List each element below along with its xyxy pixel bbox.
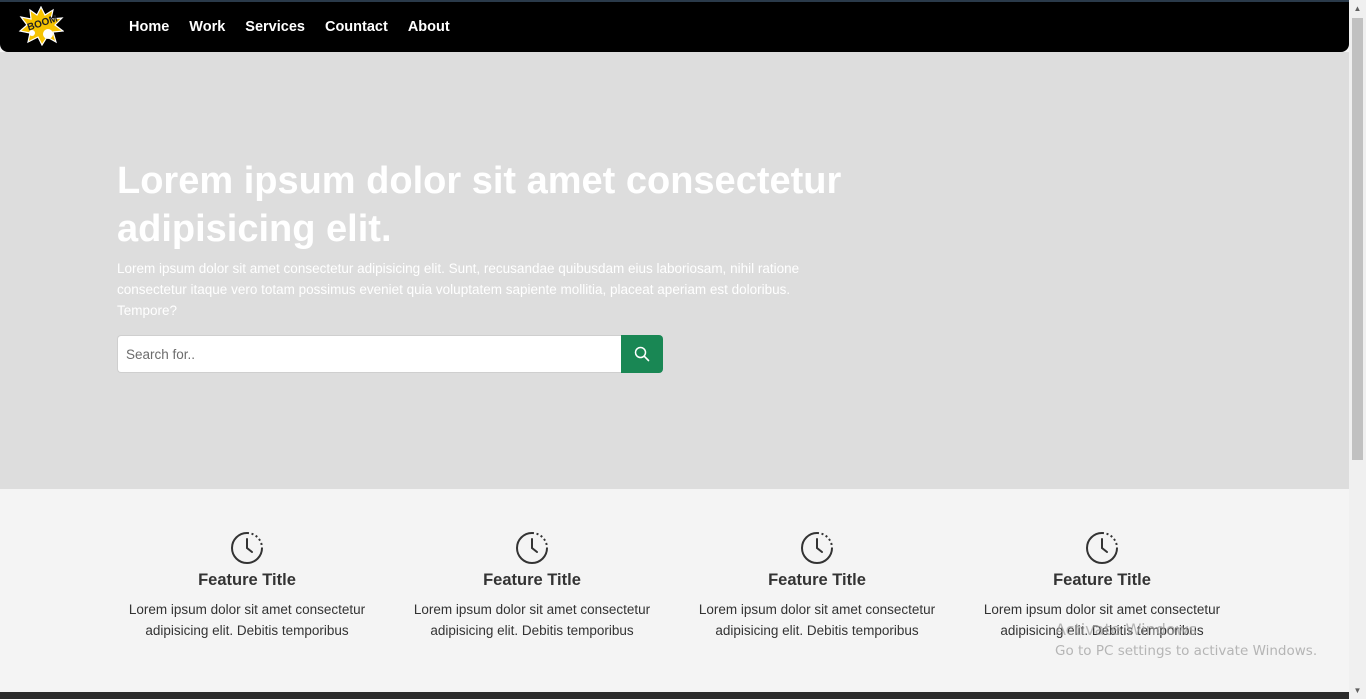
feature-title: Feature Title: [198, 571, 296, 589]
feature-title: Feature Title: [768, 571, 866, 589]
nav-link-work[interactable]: Work: [189, 19, 225, 35]
watermark-subtitle: Go to PC settings to activate Windows.: [1055, 643, 1318, 659]
hero-title: Lorem ipsum dolor sit amet consectetur a…: [117, 160, 842, 250]
features-section: Feature Title Lorem ipsum dolor sit amet…: [0, 489, 1349, 692]
feature-title: Feature Title: [483, 571, 581, 589]
feature-text: Lorem ipsum dolor sit amet consectetur a…: [413, 602, 651, 638]
feature-text: Lorem ipsum dolor sit amet consectetur a…: [698, 602, 936, 638]
feature-text: Lorem ipsum dolor sit amet consectetur a…: [128, 602, 366, 638]
search-button[interactable]: [621, 335, 663, 373]
scrollbar-thumb[interactable]: [1352, 18, 1363, 460]
navbar: BOOM Home Work Services Countact About: [0, 2, 1349, 52]
nav-link-about[interactable]: About: [408, 19, 450, 35]
clock-icon: [801, 532, 833, 564]
hero-text: Lorem ipsum dolor sit amet consectetur a…: [117, 261, 800, 318]
search-box: [117, 335, 663, 373]
nav-link-home[interactable]: Home: [129, 19, 169, 35]
activate-windows-watermark: Activate Windows Go to PC settings to ac…: [1055, 620, 1317, 659]
search-input[interactable]: [117, 335, 621, 373]
scroll-down-arrow-icon[interactable]: ▼: [1349, 686, 1366, 695]
feature-card: Feature Title Lorem ipsum dolor sit amet…: [682, 531, 952, 641]
clock-icon: [231, 532, 263, 564]
nav-link-countact[interactable]: Countact: [325, 19, 388, 35]
watermark-title: Activate Windows: [1055, 620, 1198, 639]
feature-card: Feature Title Lorem ipsum dolor sit amet…: [112, 531, 382, 641]
nav-link-services[interactable]: Services: [245, 19, 305, 35]
clock-icon: [516, 532, 548, 564]
feature-title: Feature Title: [1053, 571, 1151, 589]
clock-icon: [1086, 532, 1118, 564]
nav-links: Home Work Services Countact About: [129, 2, 470, 52]
feature-card: Feature Title Lorem ipsum dolor sit amet…: [397, 531, 667, 641]
taskbar-strip: [0, 692, 1349, 699]
hero-section: Lorem ipsum dolor sit amet consectetur a…: [0, 52, 1349, 489]
scroll-up-arrow-icon[interactable]: ▲: [1349, 4, 1366, 13]
search-icon: [634, 346, 650, 362]
vertical-scrollbar[interactable]: ▲ ▼: [1349, 0, 1366, 699]
logo[interactable]: BOOM: [18, 5, 65, 47]
